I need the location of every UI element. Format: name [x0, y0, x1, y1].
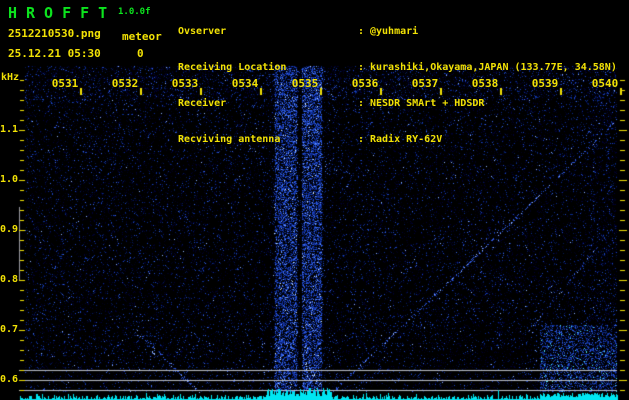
colon: : [358, 134, 365, 145]
station-row-antenna: Recviving antenna: Radix RY-62V [178, 134, 628, 146]
hrofft-screen: HROFFT 1.0.0f 2512210530.png meteor 25.1… [0, 0, 629, 400]
station-label: Receiving Location [178, 62, 287, 73]
freq-tick-label: 0.6 [0, 374, 19, 385]
time-tick-label: 0537 [411, 77, 439, 90]
station-value: Radix RY-62V [370, 134, 443, 145]
freq-tick-label: 1.0 [0, 174, 19, 185]
time-tick-label: 0533 [171, 77, 199, 90]
time-tick-label: 0534 [231, 77, 259, 90]
time-tick-label: 0531 [51, 77, 79, 90]
station-label: Receiver [178, 98, 227, 109]
output-filename: 2512210530.png [8, 27, 101, 40]
app-title: HROFFT [8, 4, 117, 22]
station-value: NESDR SMArt + HDSDR [370, 98, 485, 109]
freq-tick-label: 0.8 [0, 274, 19, 285]
time-tick-label: 0536 [351, 77, 379, 90]
mode-label: meteor [122, 30, 162, 43]
freq-axis-unit: kHz [1, 72, 20, 83]
time-tick-label: 0532 [111, 77, 139, 90]
station-row-receiver: Receiver: NESDR SMArt + HDSDR [178, 98, 628, 110]
meteor-count: 0 [137, 47, 144, 60]
station-value: @yuhmari [370, 26, 419, 37]
freq-tick-label: 1.1 [0, 124, 19, 135]
station-row-location: Receiving Location: kurashiki,Okayama,JAP… [178, 62, 628, 74]
station-value: kurashiki,Okayama,JAPAN (133.77E, 34.58N… [370, 62, 617, 73]
colon: : [358, 62, 365, 73]
colon: : [358, 98, 365, 109]
station-label: Ovserver [178, 26, 227, 37]
datetime-label: 25.12.21 05:30 [8, 47, 101, 60]
station-row-observer: Ovserver: @yuhmari [178, 26, 628, 38]
app-version: 1.0.0f [118, 7, 151, 17]
time-tick-label: 0538 [471, 77, 499, 90]
freq-tick-label: 0.9 [0, 224, 19, 235]
time-tick-label: 0540 [591, 77, 619, 90]
time-tick-label: 0539 [531, 77, 559, 90]
colon: : [358, 26, 365, 37]
time-tick-label: 0535 [291, 77, 319, 90]
freq-tick-label: 0.7 [0, 324, 19, 335]
station-label: Recviving antenna [178, 134, 281, 145]
